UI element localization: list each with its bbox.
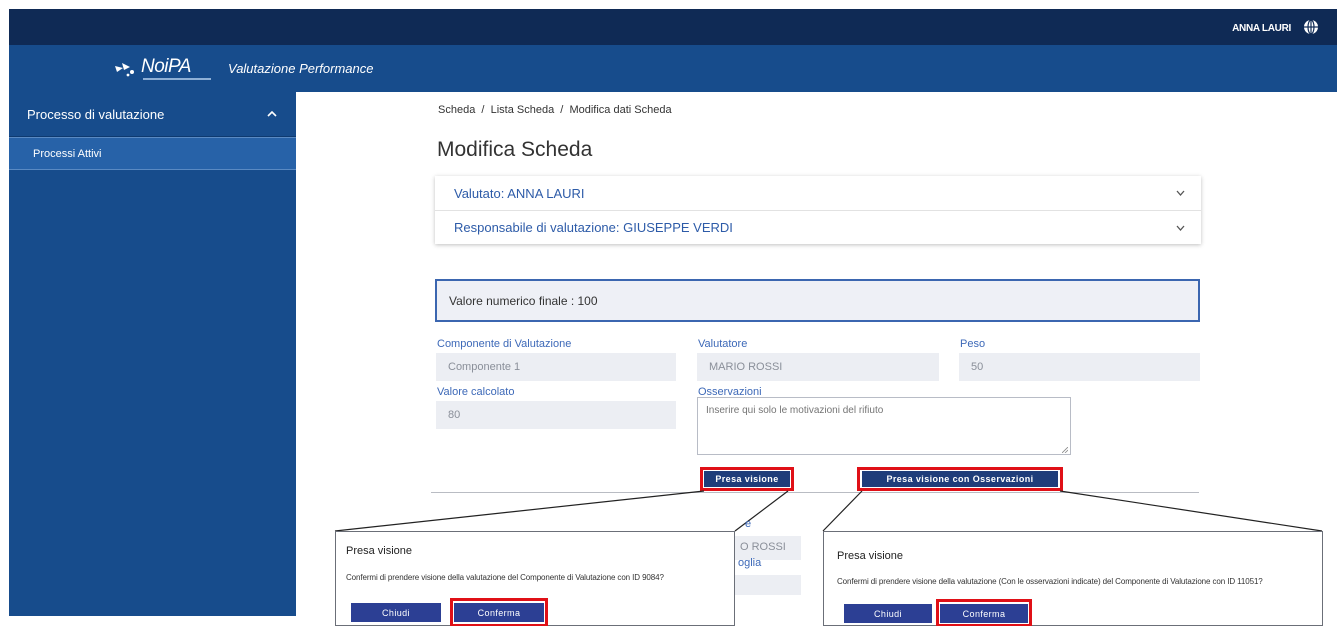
sidebar-item-label: Processi Attivi <box>33 147 102 160</box>
top-bar: ANNA LAURI <box>9 9 1337 45</box>
final-value-box: Valore numerico finale : 100 <box>435 279 1200 322</box>
user-name[interactable]: ANNA LAURI <box>1232 23 1291 34</box>
behind-text-oglia: oglia <box>738 557 762 569</box>
popup-close-button[interactable]: Chiudi <box>844 604 932 623</box>
componente-label: Componente di Valutazione <box>437 338 572 350</box>
breadcrumb[interactable]: Scheda / Lista Scheda / Modifica dati Sc… <box>438 104 672 116</box>
popup-message: Confermi di prendere visione della valut… <box>837 577 1263 586</box>
accordion-valutato-label: Valutato: ANNA LAURI <box>454 185 585 201</box>
brand-bar: NoiPA Valutazione Performance <box>9 45 1337 92</box>
popup-presa-visione: Presa visione Confermi di prendere visio… <box>335 531 735 626</box>
behind-text-e: e <box>745 518 752 530</box>
app-root: ANNA LAURI NoiPA Valutazione Performance… <box>0 0 1337 626</box>
globe-icon[interactable] <box>1303 19 1319 35</box>
valutatore-field: MARIO ROSSI <box>697 353 939 381</box>
section-divider <box>431 492 1199 493</box>
accordion-valutato[interactable]: Valutato: ANNA LAURI <box>435 176 1201 210</box>
popup-title: Presa visione <box>346 545 413 557</box>
sidebar-section-title: Processo di valutazione <box>27 106 165 122</box>
popup-message: Confermi di prendere visione della valut… <box>346 573 664 582</box>
chevron-down-icon <box>1176 190 1185 196</box>
peso-field: 50 <box>959 353 1200 381</box>
sidebar-item-processi-attivi[interactable]: Processi Attivi <box>9 137 296 170</box>
behind-field-2 <box>735 575 801 595</box>
valore-calcolato-label: Valore calcolato <box>437 386 515 398</box>
highlight-presa-visione-osservazioni <box>857 467 1063 491</box>
highlight-presa-visione <box>700 467 794 491</box>
page-title: Modifica Scheda <box>437 138 593 161</box>
app-title: Valutazione Performance <box>228 61 374 76</box>
osservazioni-textarea[interactable] <box>697 397 1071 455</box>
accordion-responsabile-label: Responsabile di valutazione: GIUSEPPE VE… <box>454 220 733 235</box>
chevron-down-icon <box>1176 225 1185 231</box>
highlight-popup-confirm <box>450 598 548 626</box>
logo-mark-icon <box>115 63 134 77</box>
sidebar: Processo di valutazione Processi Attivi <box>9 92 296 616</box>
logo-text: NoiPA <box>141 56 191 77</box>
peso-label: Peso <box>960 338 986 350</box>
popup-presa-visione-osservazioni: Presa visione Confermi di prendere visio… <box>823 531 1323 626</box>
behind-text-rossi: O ROSSI <box>740 541 786 553</box>
logo-underline <box>143 78 211 80</box>
info-accordion: Valutato: ANNA LAURI Responsabile di val… <box>435 176 1201 244</box>
valutatore-label: Valutatore <box>698 338 748 350</box>
chevron-up-icon <box>267 111 277 117</box>
accordion-responsabile[interactable]: Responsabile di valutazione: GIUSEPPE VE… <box>435 210 1201 244</box>
popup-close-button[interactable]: Chiudi <box>351 603 441 622</box>
popup-title: Presa visione <box>837 550 904 562</box>
sidebar-section-header[interactable]: Processo di valutazione <box>9 92 296 137</box>
valore-calcolato-field: 80 <box>436 401 676 429</box>
componente-field: Componente 1 <box>436 353 676 381</box>
resize-grip-icon[interactable] <box>1062 447 1068 453</box>
highlight-popup-confirm <box>936 599 1032 626</box>
noipa-logo[interactable]: NoiPA <box>113 55 213 83</box>
